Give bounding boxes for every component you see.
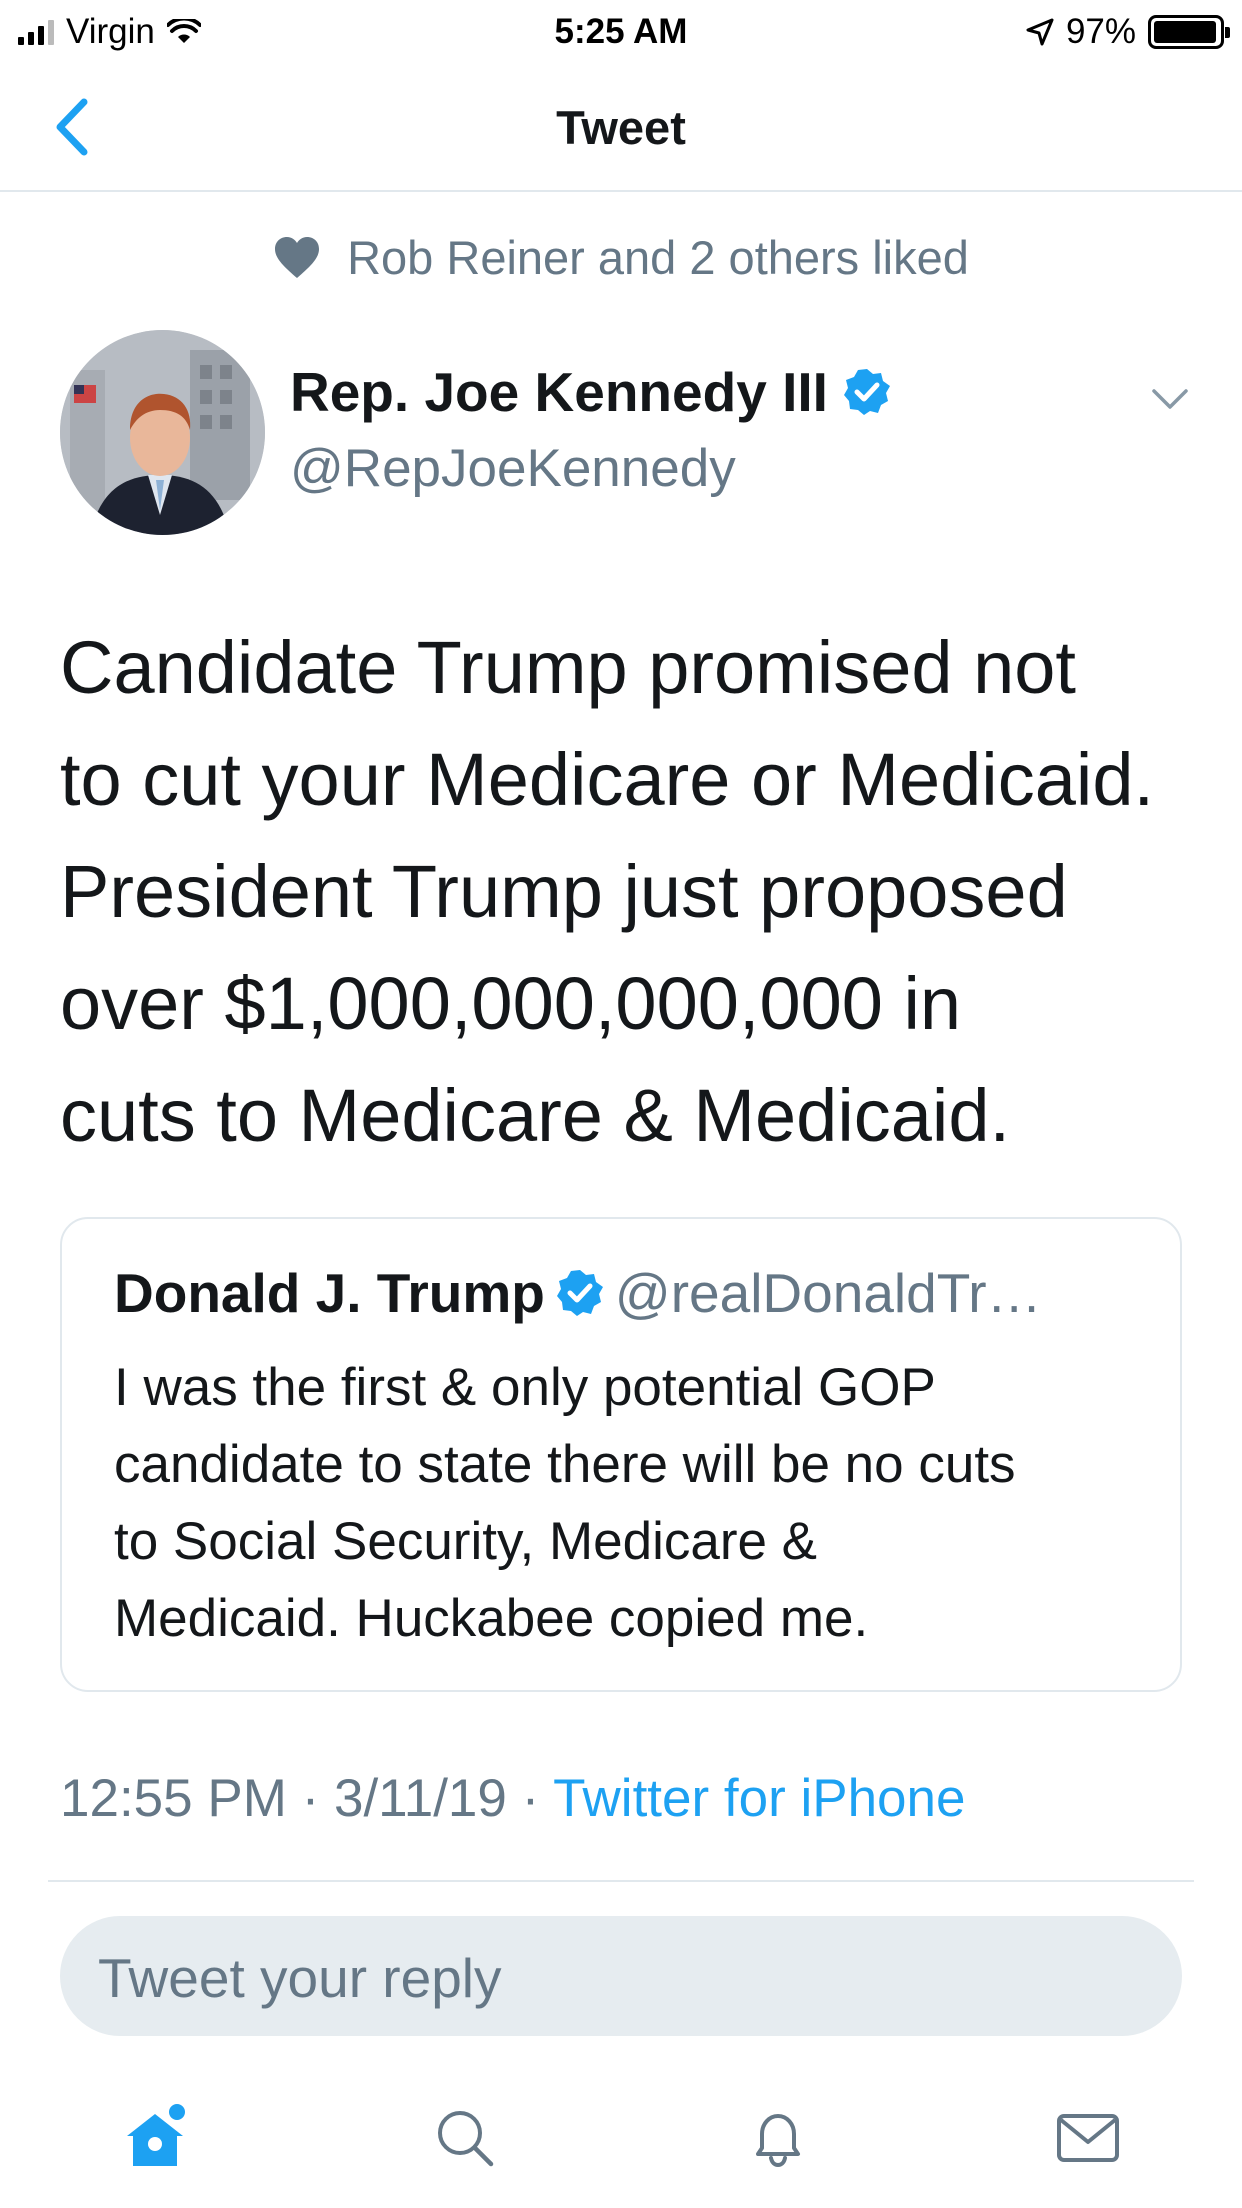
tweet-source-link[interactable]: Twitter for iPhone [553, 1769, 965, 1828]
author-handle[interactable]: @RepJoeKennedy [290, 438, 736, 499]
battery-icon [1148, 15, 1230, 49]
notifications-icon [756, 2114, 800, 2168]
page-title: Tweet [556, 101, 686, 154]
avatar[interactable] [60, 330, 265, 535]
tab-notifications[interactable] [738, 2098, 818, 2178]
quoted-author-name: Donald J. Trump [114, 1262, 545, 1324]
author-name[interactable]: Rep. Joe Kennedy III [290, 360, 828, 424]
divider [48, 1880, 1194, 1882]
search-icon [438, 2111, 494, 2167]
heart-icon [275, 236, 320, 278]
quoted-author-handle: @realDonaldTr… [614, 1262, 1042, 1324]
reply-placeholder: Tweet your reply [98, 1947, 502, 2009]
tweet-options-button[interactable] [1150, 385, 1190, 413]
location-arrow-icon [1026, 18, 1054, 46]
tweet-text: Candidate Trump promised not to cut your… [60, 626, 1155, 1157]
quoted-tweet-header: Donald J. Trump @realDonaldTr… [114, 1261, 1042, 1325]
status-right: 97% [1026, 12, 1230, 52]
quoted-tweet-text: I was the first & only potential GOP can… [114, 1358, 1016, 1648]
tab-bar [0, 2090, 1242, 2208]
meta-separator: · [301, 1769, 320, 1828]
tweet-time: 12:55 PM [60, 1769, 287, 1828]
home-icon [127, 2104, 185, 2166]
quoted-tweet-card[interactable]: Donald J. Trump @realDonaldTr… I was the… [60, 1217, 1182, 1692]
tab-search[interactable] [425, 2098, 505, 2178]
verified-badge-icon [843, 369, 890, 415]
verified-badge-icon [556, 1270, 603, 1316]
social-context-text: Rob Reiner and 2 others liked [347, 231, 969, 284]
nav-bar: Tweet [0, 62, 1242, 192]
reply-input[interactable]: Tweet your reply [60, 1916, 1182, 2036]
tab-home[interactable] [115, 2098, 195, 2178]
battery-level-fill [1154, 21, 1217, 43]
avatar-image [60, 330, 265, 535]
author-name-row: Rep. Joe Kennedy III [290, 360, 892, 424]
status-bar: Virgin 5:25 AM 97% [0, 0, 1242, 62]
tab-messages[interactable] [1048, 2098, 1128, 2178]
meta-separator: · [521, 1769, 540, 1828]
chevron-down-icon [1152, 389, 1188, 409]
battery-percent: 97% [1065, 12, 1136, 51]
social-context[interactable]: Rob Reiner and 2 others liked [0, 230, 1242, 285]
tweet-meta: 12:55 PM · 3/11/19 · Twitter for iPhone [60, 1768, 965, 1829]
tweet-date: 3/11/19 [333, 1769, 507, 1828]
messages-icon [1057, 2114, 1119, 2162]
